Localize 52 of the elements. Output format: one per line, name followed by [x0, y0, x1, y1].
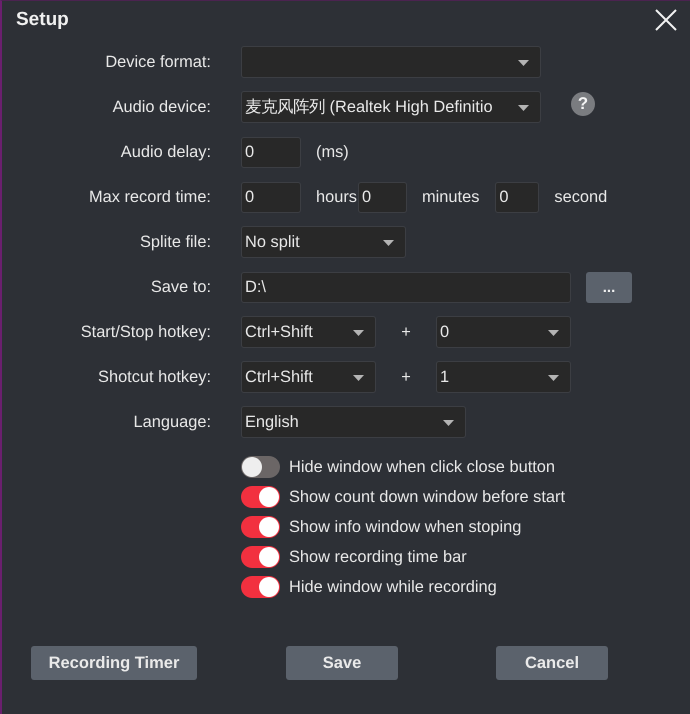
browse-button[interactable]: ...	[586, 272, 632, 302]
text-field[interactable]: 0	[358, 182, 408, 212]
unit-label: second	[554, 188, 608, 206]
toggle-switch[interactable]	[241, 486, 280, 508]
caret-icon	[383, 240, 394, 246]
caret-icon	[548, 375, 559, 381]
unit-label: hours	[316, 188, 358, 206]
dropdown[interactable]: Ctrl+Shift	[241, 316, 376, 348]
toggle-label: Show info window when stoping	[289, 518, 522, 536]
caret-icon	[353, 375, 364, 381]
dialog-button[interactable]: Recording Timer	[31, 646, 197, 680]
text-field[interactable]: 0	[495, 182, 540, 212]
caret-icon	[353, 330, 364, 336]
toggle-label: Hide window while recording	[289, 578, 497, 596]
field-label: Language:	[132, 412, 211, 432]
dialog-button[interactable]: Cancel	[496, 646, 608, 680]
dialog-button[interactable]: Save	[286, 646, 398, 680]
caret-icon	[548, 330, 559, 336]
field-label: Start/Stop hotkey:	[80, 322, 211, 342]
text-field[interactable]: 0	[241, 182, 301, 212]
toggle-switch[interactable]	[241, 516, 280, 538]
close-icon[interactable]	[654, 8, 678, 32]
field-label: Audio device:	[112, 98, 211, 116]
caret-icon	[443, 420, 454, 426]
toggle-switch[interactable]	[241, 456, 280, 478]
text-field[interactable]: D:\	[241, 272, 571, 302]
dropdown[interactable]: 1	[436, 361, 571, 393]
plus-sign: +	[400, 368, 412, 386]
help-button[interactable]: ?	[571, 92, 595, 116]
field-label: Max record time:	[88, 188, 211, 206]
plus-sign: +	[400, 322, 412, 342]
window-title: Setup	[16, 8, 69, 30]
field-label: Shotcut hotkey:	[97, 368, 211, 386]
dropdown[interactable]: English	[241, 406, 466, 438]
toggle-label: Show count down window before start	[289, 488, 566, 506]
field-label: Splite file:	[138, 232, 211, 252]
toggle-switch[interactable]	[241, 546, 280, 568]
dropdown[interactable]: No split	[241, 226, 406, 258]
unit-label: (ms)	[316, 142, 349, 162]
toggle-label: Hide window when click close button	[289, 458, 556, 476]
toggle-switch[interactable]	[241, 576, 280, 598]
dropdown[interactable]: 麦克风阵列 (Realtek High Definitio	[241, 91, 541, 123]
toggle-label: Show recording time bar	[289, 548, 467, 566]
caret-icon	[518, 60, 529, 66]
dropdown[interactable]: 0	[436, 316, 571, 348]
text-field[interactable]: 0	[241, 136, 301, 168]
unit-label: minutes	[422, 188, 480, 206]
field-label: Audio delay:	[120, 142, 211, 162]
field-label: Device format:	[104, 52, 211, 72]
caret-icon	[518, 105, 529, 111]
field-label: Save to:	[150, 278, 211, 296]
dropdown[interactable]: Ctrl+Shift	[241, 361, 376, 393]
